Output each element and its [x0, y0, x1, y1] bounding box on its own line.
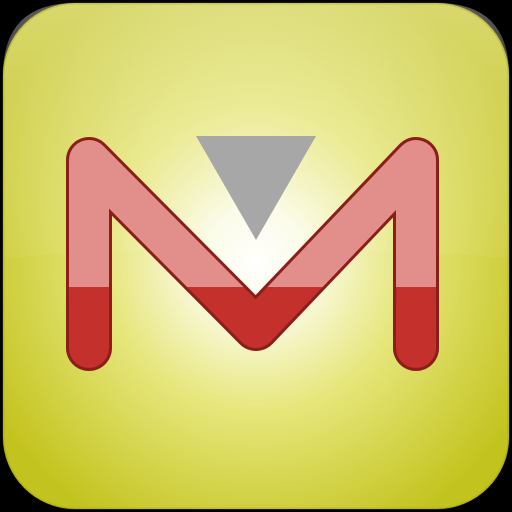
app-icon[interactable]: [0, 0, 512, 512]
app-icon-graphic: [2, 2, 510, 510]
